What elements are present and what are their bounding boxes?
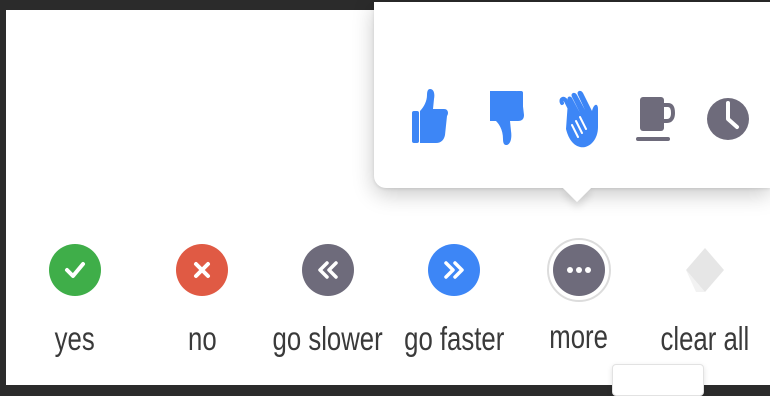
clock-button[interactable] [704,82,752,154]
clap-button[interactable] [556,82,604,154]
ellipsis-icon [553,244,605,296]
clear-all-button[interactable]: clear all [645,236,765,385]
checkmark-icon [49,244,101,296]
thumbs-up-button[interactable] [406,82,454,154]
thumbs-up-icon [412,89,448,143]
coffee-cup-icon [636,97,676,141]
tooltip [612,364,704,396]
cross-icon [176,244,228,296]
yes-label: yes [54,320,96,357]
no-label: no [187,320,217,357]
more-label: more [549,318,609,355]
coffee-button[interactable] [632,82,680,154]
go-faster-label: go faster [403,320,505,357]
reactions-popover [374,2,770,188]
more-selected-ring [547,238,611,302]
yes-button[interactable]: yes [15,236,135,385]
clapping-hands-icon [559,90,598,148]
thumbs-down-icon [490,91,524,145]
no-button[interactable]: no [142,236,262,385]
clock-icon [707,98,749,140]
go-slower-label: go slower [272,320,384,357]
go-slower-button[interactable]: go slower [268,236,388,385]
double-chevron-left-icon [302,244,354,296]
clear-all-label: clear all [660,320,750,357]
double-chevron-right-icon [428,244,480,296]
go-faster-button[interactable]: go faster [394,236,514,385]
thumbs-down-button[interactable] [482,82,530,154]
more-button[interactable]: more [519,236,639,385]
eraser-icon [679,244,731,296]
